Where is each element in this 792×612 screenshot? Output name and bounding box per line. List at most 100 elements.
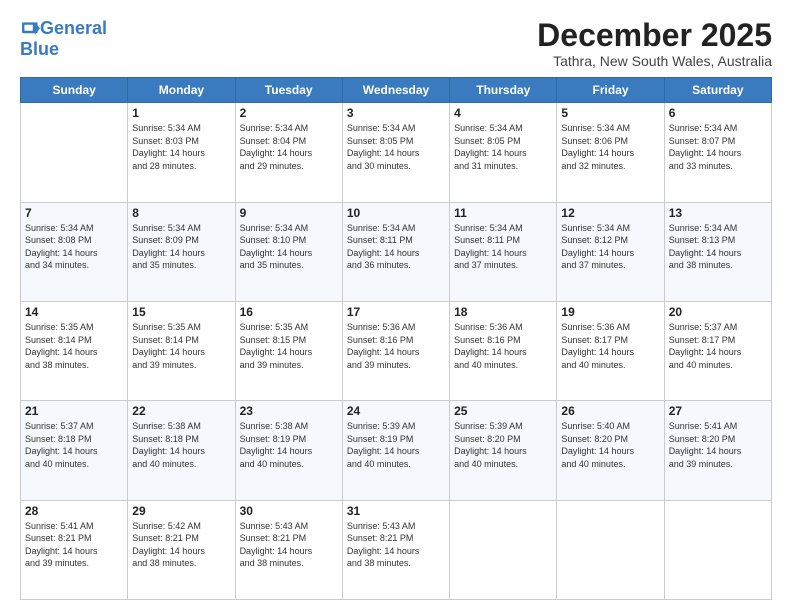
weekday-header-friday: Friday: [557, 78, 664, 103]
day-number: 26: [561, 404, 659, 418]
calendar-cell: [450, 500, 557, 599]
day-info: Sunrise: 5:36 AMSunset: 8:17 PMDaylight:…: [561, 321, 659, 371]
day-number: 31: [347, 504, 445, 518]
day-number: 23: [240, 404, 338, 418]
day-number: 16: [240, 305, 338, 319]
calendar-cell: [21, 103, 128, 202]
day-info: Sunrise: 5:35 AMSunset: 8:14 PMDaylight:…: [25, 321, 123, 371]
day-info: Sunrise: 5:40 AMSunset: 8:20 PMDaylight:…: [561, 420, 659, 470]
day-info: Sunrise: 5:34 AMSunset: 8:05 PMDaylight:…: [454, 122, 552, 172]
day-info: Sunrise: 5:34 AMSunset: 8:06 PMDaylight:…: [561, 122, 659, 172]
day-number: 25: [454, 404, 552, 418]
calendar-cell: 8Sunrise: 5:34 AMSunset: 8:09 PMDaylight…: [128, 202, 235, 301]
day-number: 21: [25, 404, 123, 418]
weekday-header-saturday: Saturday: [664, 78, 771, 103]
day-info: Sunrise: 5:34 AMSunset: 8:03 PMDaylight:…: [132, 122, 230, 172]
day-info: Sunrise: 5:34 AMSunset: 8:12 PMDaylight:…: [561, 222, 659, 272]
day-number: 30: [240, 504, 338, 518]
logo-blue: Blue: [20, 39, 59, 60]
day-number: 10: [347, 206, 445, 220]
day-info: Sunrise: 5:38 AMSunset: 8:19 PMDaylight:…: [240, 420, 338, 470]
week-row-2: 7 Sunrise: 5:34 AMSunset: 8:08 PMDaylight…: [21, 202, 772, 301]
day-number: 19: [561, 305, 659, 319]
day-info: Sunrise: 5:34 AMSunset: 8:10 PMDaylight:…: [240, 222, 338, 272]
day-number: 8: [132, 206, 230, 220]
calendar-cell: 18Sunrise: 5:36 AMSunset: 8:16 PMDayligh…: [450, 301, 557, 400]
day-info: Sunrise: 5:39 AMSunset: 8:20 PMDaylight:…: [454, 420, 552, 470]
day-info: Sunrise: 5:37 AMSunset: 8:18 PMDaylight:…: [25, 420, 123, 470]
day-info: Sunrise: 5:43 AMSunset: 8:21 PMDaylight:…: [240, 520, 338, 570]
day-info: Sunrise: 5:43 AMSunset: 8:21 PMDaylight:…: [347, 520, 445, 570]
day-info: Sunrise: 5:41 AMSunset: 8:21 PMDaylight:…: [25, 520, 123, 570]
day-info: Sunrise: 5:34 AMSunset: 8:13 PMDaylight:…: [669, 222, 767, 272]
location-subtitle: Tathra, New South Wales, Australia: [537, 53, 772, 69]
logo-icon: [22, 22, 40, 36]
day-number: 4: [454, 106, 552, 120]
day-number: 11: [454, 206, 552, 220]
calendar-cell: 1 Sunrise: 5:34 AMSunset: 8:03 PMDaylight…: [128, 103, 235, 202]
weekday-header-tuesday: Tuesday: [235, 78, 342, 103]
week-row-1: 1 Sunrise: 5:34 AMSunset: 8:03 PMDaylight…: [21, 103, 772, 202]
week-row-3: 14 Sunrise: 5:35 AMSunset: 8:14 PMDayligh…: [21, 301, 772, 400]
logo-general: General: [40, 18, 107, 39]
day-info: Sunrise: 5:38 AMSunset: 8:18 PMDaylight:…: [132, 420, 230, 470]
calendar-cell: [557, 500, 664, 599]
calendar-cell: 22 Sunrise: 5:38 AMSunset: 8:18 PMDayligh…: [128, 401, 235, 500]
calendar-cell: 3 Sunrise: 5:34 AMSunset: 8:05 PMDaylight…: [342, 103, 449, 202]
calendar-cell: 31 Sunrise: 5:43 AMSunset: 8:21 PMDayligh…: [342, 500, 449, 599]
weekday-header-thursday: Thursday: [450, 78, 557, 103]
day-number: 7: [25, 206, 123, 220]
day-info: Sunrise: 5:39 AMSunset: 8:19 PMDaylight:…: [347, 420, 445, 470]
day-number: 1: [132, 106, 230, 120]
day-info: Sunrise: 5:34 AMSunset: 8:11 PMDaylight:…: [454, 222, 552, 272]
day-number: 12: [561, 206, 659, 220]
month-title: December 2025: [537, 18, 772, 53]
day-info: Sunrise: 5:37 AMSunset: 8:17 PMDaylight:…: [669, 321, 767, 371]
day-info: Sunrise: 5:36 AMSunset: 8:16 PMDaylight:…: [454, 321, 552, 371]
calendar-cell: 20 Sunrise: 5:37 AMSunset: 8:17 PMDayligh…: [664, 301, 771, 400]
day-number: 29: [132, 504, 230, 518]
weekday-header-row: SundayMondayTuesdayWednesdayThursdayFrid…: [21, 78, 772, 103]
calendar-cell: 30 Sunrise: 5:43 AMSunset: 8:21 PMDayligh…: [235, 500, 342, 599]
week-row-4: 21 Sunrise: 5:37 AMSunset: 8:18 PMDayligh…: [21, 401, 772, 500]
day-info: Sunrise: 5:34 AMSunset: 8:08 PMDaylight:…: [25, 222, 123, 272]
calendar-cell: 7 Sunrise: 5:34 AMSunset: 8:08 PMDaylight…: [21, 202, 128, 301]
logo: General Blue: [20, 18, 107, 60]
day-number: 9: [240, 206, 338, 220]
day-number: 27: [669, 404, 767, 418]
calendar-cell: 2Sunrise: 5:34 AMSunset: 8:04 PMDaylight…: [235, 103, 342, 202]
calendar-cell: 10 Sunrise: 5:34 AMSunset: 8:11 PMDayligh…: [342, 202, 449, 301]
day-info: Sunrise: 5:41 AMSunset: 8:20 PMDaylight:…: [669, 420, 767, 470]
day-info: Sunrise: 5:34 AMSunset: 8:11 PMDaylight:…: [347, 222, 445, 272]
weekday-header-sunday: Sunday: [21, 78, 128, 103]
calendar-cell: 28 Sunrise: 5:41 AMSunset: 8:21 PMDayligh…: [21, 500, 128, 599]
calendar-cell: 19 Sunrise: 5:36 AMSunset: 8:17 PMDayligh…: [557, 301, 664, 400]
day-number: 24: [347, 404, 445, 418]
day-number: 28: [25, 504, 123, 518]
day-number: 15: [132, 305, 230, 319]
day-number: 22: [132, 404, 230, 418]
day-number: 5: [561, 106, 659, 120]
day-number: 13: [669, 206, 767, 220]
day-number: 14: [25, 305, 123, 319]
header: General Blue December 2025 Tathra, New S…: [20, 18, 772, 69]
page: General Blue December 2025 Tathra, New S…: [0, 0, 792, 612]
calendar-cell: 17Sunrise: 5:36 AMSunset: 8:16 PMDayligh…: [342, 301, 449, 400]
calendar-cell: 4 Sunrise: 5:34 AMSunset: 8:05 PMDaylight…: [450, 103, 557, 202]
day-info: Sunrise: 5:34 AMSunset: 8:05 PMDaylight:…: [347, 122, 445, 172]
calendar-cell: 11 Sunrise: 5:34 AMSunset: 8:11 PMDayligh…: [450, 202, 557, 301]
day-info: Sunrise: 5:42 AMSunset: 8:21 PMDaylight:…: [132, 520, 230, 570]
calendar-cell: 9 Sunrise: 5:34 AMSunset: 8:10 PMDaylight…: [235, 202, 342, 301]
calendar-cell: 23 Sunrise: 5:38 AMSunset: 8:19 PMDayligh…: [235, 401, 342, 500]
calendar-cell: 29 Sunrise: 5:42 AMSunset: 8:21 PMDayligh…: [128, 500, 235, 599]
calendar-cell: 24 Sunrise: 5:39 AMSunset: 8:19 PMDayligh…: [342, 401, 449, 500]
day-number: 2: [240, 106, 338, 120]
calendar-cell: 6Sunrise: 5:34 AMSunset: 8:07 PMDaylight…: [664, 103, 771, 202]
weekday-header-monday: Monday: [128, 78, 235, 103]
day-info: Sunrise: 5:36 AMSunset: 8:16 PMDaylight:…: [347, 321, 445, 371]
calendar-cell: 5 Sunrise: 5:34 AMSunset: 8:06 PMDaylight…: [557, 103, 664, 202]
calendar-cell: [664, 500, 771, 599]
day-number: 3: [347, 106, 445, 120]
day-number: 20: [669, 305, 767, 319]
calendar-cell: 14 Sunrise: 5:35 AMSunset: 8:14 PMDayligh…: [21, 301, 128, 400]
